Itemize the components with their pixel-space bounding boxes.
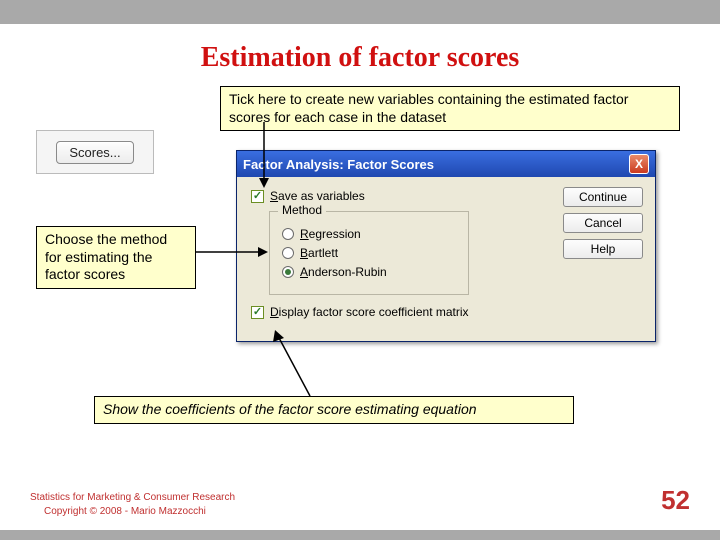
radio-regression[interactable]: Regression <box>282 227 456 241</box>
dialog-titlebar: Factor Analysis: Factor Scores X <box>237 151 655 177</box>
method-group-title: Method <box>278 203 326 217</box>
dialog-button-column: Continue Cancel Help <box>563 187 643 259</box>
radio-icon[interactable] <box>282 247 294 259</box>
continue-button[interactable]: Continue <box>563 187 643 207</box>
callout-bottom: Show the coefficients of the factor scor… <box>94 396 574 424</box>
radio-anderson-rubin[interactable]: Anderson-Rubin <box>282 265 456 279</box>
slide-title: Estimation of factor scores <box>0 42 720 74</box>
help-button[interactable]: Help <box>563 239 643 259</box>
dialog-title-text: Factor Analysis: Factor Scores <box>243 157 629 172</box>
display-matrix-label: Display factor score coefficient matrix <box>270 305 469 319</box>
display-matrix-row[interactable]: Display factor score coefficient matrix <box>251 305 645 319</box>
radio-icon[interactable] <box>282 228 294 240</box>
checkbox-icon[interactable] <box>251 190 264 203</box>
save-as-variables-label: Save as variables <box>270 189 365 203</box>
slide-bottom-bar <box>0 530 720 540</box>
radio-bartlett[interactable]: Bartlett <box>282 246 456 260</box>
footer-attribution: Statistics for Marketing & Consumer Rese… <box>30 491 235 518</box>
factor-scores-dialog: Factor Analysis: Factor Scores X Save as… <box>236 150 656 342</box>
radio-regression-label: Regression <box>300 227 361 241</box>
slide-top-bar <box>0 0 720 24</box>
scores-button-excerpt: Scores... <box>36 130 154 174</box>
radio-anderson-label: Anderson-Rubin <box>300 265 387 279</box>
callout-left: Choose the method for estimating the fac… <box>36 226 196 289</box>
radio-bartlett-label: Bartlett <box>300 246 338 260</box>
checkbox-icon[interactable] <box>251 306 264 319</box>
method-groupbox: Method Regression Bartlett Anderson-Rubi… <box>269 211 469 295</box>
page-number: 52 <box>661 485 690 516</box>
callout-top: Tick here to create new variables contai… <box>220 86 680 131</box>
cancel-button[interactable]: Cancel <box>563 213 643 233</box>
close-icon[interactable]: X <box>629 154 649 174</box>
radio-icon[interactable] <box>282 266 294 278</box>
dialog-body: Save as variables Method Regression Bart… <box>237 177 655 341</box>
scores-button[interactable]: Scores... <box>56 141 133 164</box>
